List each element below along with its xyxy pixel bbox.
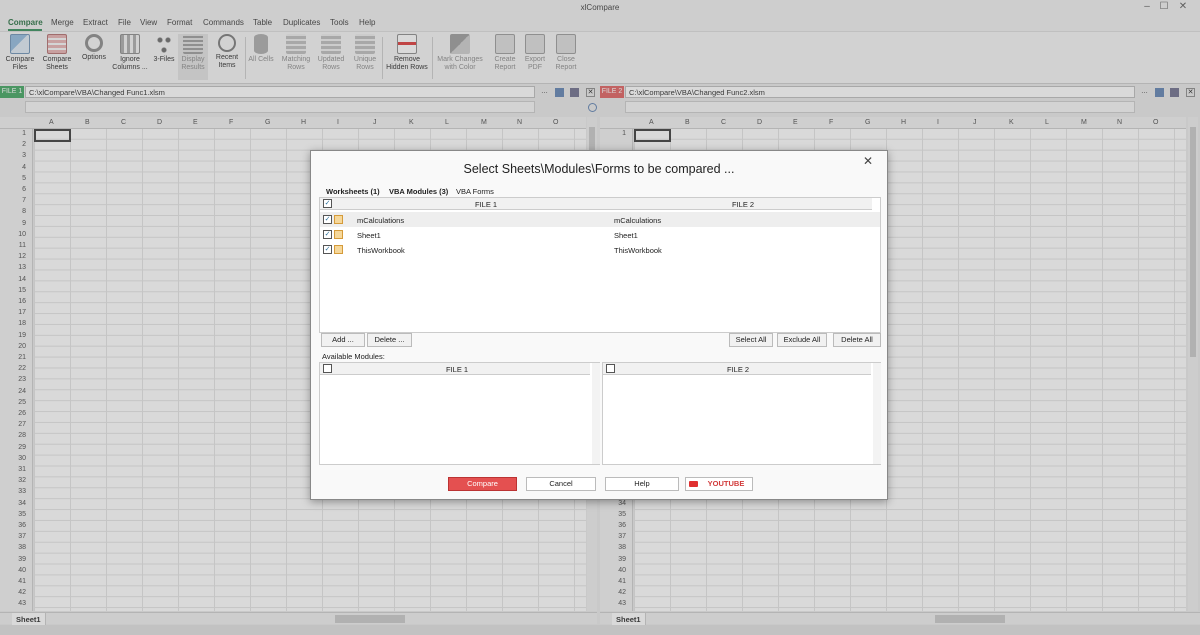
module-file1-name: Sheet1 [357,231,381,240]
compare-button[interactable]: Compare [448,477,517,491]
delete-all-button[interactable]: Delete All [833,333,881,347]
select-all-button[interactable]: Select All [729,333,773,347]
exclude-all-button[interactable]: Exclude All [777,333,827,347]
modules-list: ✓ FILE 1 FILE 2 ✓ mCalculations mCalcula… [319,197,881,333]
modules-list-header: ✓ FILE 1 FILE 2 [320,198,872,210]
module-file1-name: mCalculations [357,216,405,225]
available-file1-header: FILE 1 [320,363,590,375]
select-all-checkbox[interactable]: ✓ [323,199,332,208]
available-file2-checkbox[interactable] [606,364,615,373]
available-file1-list[interactable]: FILE 1 [319,362,600,465]
cancel-button[interactable]: Cancel [526,477,596,491]
row-checkbox[interactable]: ✓ [323,215,332,224]
dialog-title: Select Sheets\Modules\Forms to be compar… [463,162,735,176]
module-file2-name: ThisWorkbook [614,246,662,255]
list-item[interactable]: ✓ ThisWorkbook ThisWorkbook [320,242,880,257]
youtube-label: YOUTUBE [707,479,745,488]
row-checkbox[interactable]: ✓ [323,230,332,239]
available-modules-label: Available Modules: [322,352,385,361]
vba-module-icon [334,245,343,254]
module-file2-name: Sheet1 [614,231,638,240]
col-file2-header: FILE 2 [732,200,755,209]
available-file1-scrollbar[interactable] [592,363,600,464]
vba-module-icon [334,215,343,224]
vba-module-icon [334,230,343,239]
tab-worksheets[interactable]: Worksheets (1) [326,187,380,196]
module-file1-name: ThisWorkbook [357,246,405,255]
tab-vba-modules[interactable]: VBA Modules (3) [389,187,448,196]
col-file1-header: FILE 1 [475,200,498,209]
list-item[interactable]: ✓ mCalculations mCalculations [320,212,880,227]
available-file2-title: FILE 2 [727,365,750,374]
youtube-icon [689,481,698,487]
tab-vba-forms[interactable]: VBA Forms [456,187,494,196]
close-icon[interactable]: ✕ [863,154,873,168]
available-file1-title: FILE 1 [446,365,469,374]
youtube-button[interactable]: YOUTUBE [685,477,753,491]
available-file1-checkbox[interactable] [323,364,332,373]
available-file2-list[interactable]: FILE 2 [602,362,881,465]
module-file2-name: mCalculations [614,216,662,225]
help-button[interactable]: Help [605,477,679,491]
delete-button[interactable]: Delete ... [367,333,412,347]
row-checkbox[interactable]: ✓ [323,245,332,254]
available-file2-scrollbar[interactable] [873,363,881,464]
available-file2-header: FILE 2 [603,363,871,375]
select-sheets-dialog: Select Sheets\Modules\Forms to be compar… [310,150,888,500]
list-item[interactable]: ✓ Sheet1 Sheet1 [320,227,880,242]
add-button[interactable]: Add ... [321,333,365,347]
